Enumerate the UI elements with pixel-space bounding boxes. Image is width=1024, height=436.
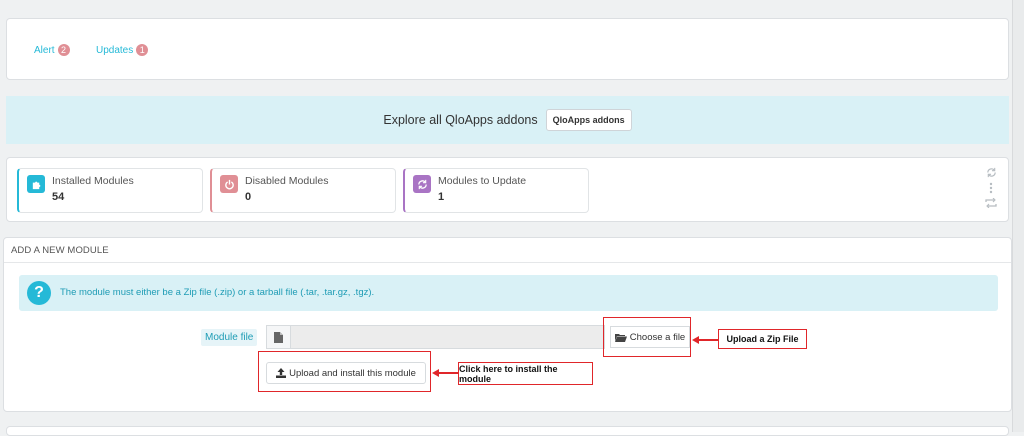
power-icon	[220, 175, 238, 193]
choose-file-highlight	[603, 317, 691, 357]
file-icon	[266, 325, 291, 349]
kpi-label: Installed Modules	[52, 175, 134, 187]
kpi-value: 0	[245, 191, 252, 203]
tab-updates[interactable]: Updates 1	[96, 44, 149, 56]
kpi-label: Disabled Modules	[245, 175, 329, 187]
explore-addons-banner: Explore all QloApps addons QloApps addon…	[6, 96, 1009, 144]
kpi-modules-to-update[interactable]: Modules to Update 1	[403, 168, 589, 213]
tab-updates-label: Updates	[96, 44, 134, 56]
zip-callout-arrowhead	[692, 336, 699, 344]
updates-count-badge: 1	[136, 44, 149, 56]
repeat-icon[interactable]	[985, 198, 997, 208]
upload-button-highlight	[258, 351, 431, 392]
next-panel	[6, 426, 1009, 436]
refresh-icon	[413, 175, 431, 193]
tab-alert[interactable]: Alert 2	[34, 44, 70, 56]
page-scrollbar[interactable]	[1012, 0, 1024, 432]
zip-callout-arrow	[697, 339, 719, 341]
explore-addons-text: Explore all QloApps addons	[383, 113, 538, 127]
puzzle-icon	[27, 175, 45, 193]
info-alert: ? The module must either be a Zip file (…	[19, 275, 998, 311]
module-file-input[interactable]	[291, 325, 605, 349]
install-callout: Click here to install the module	[458, 362, 593, 385]
module-file-label: Module file	[201, 329, 258, 346]
panel-heading: ADD A NEW MODULE	[4, 238, 1011, 263]
more-vertical-icon[interactable]	[989, 182, 993, 194]
kpi-toolbar	[984, 167, 998, 208]
upload-zip-callout: Upload a Zip File	[718, 329, 807, 349]
qloapps-addons-button[interactable]: QloApps addons	[545, 109, 632, 131]
kpi-disabled-modules[interactable]: Disabled Modules 0	[210, 168, 396, 213]
kpi-installed-modules[interactable]: Installed Modules 54	[17, 168, 203, 213]
kpi-value: 54	[52, 191, 65, 203]
module-kpi-panel: Installed Modules 54 Disabled Modules 0 …	[6, 157, 1009, 222]
refresh-icon[interactable]	[986, 167, 997, 178]
alert-count-badge: 2	[57, 44, 70, 56]
add-module-panel: ADD A NEW MODULE ? The module must eithe…	[3, 237, 1012, 412]
install-callout-arrow	[437, 372, 459, 374]
kpi-label: Modules to Update	[438, 175, 527, 187]
install-callout-arrowhead	[432, 369, 439, 377]
kpi-value: 1	[438, 191, 445, 203]
question-icon: ?	[27, 281, 51, 305]
tab-alert-label: Alert	[34, 44, 55, 56]
top-tabs-panel: Alert 2 Updates 1	[6, 18, 1009, 80]
info-alert-text: The module must either be a Zip file (.z…	[60, 287, 375, 298]
